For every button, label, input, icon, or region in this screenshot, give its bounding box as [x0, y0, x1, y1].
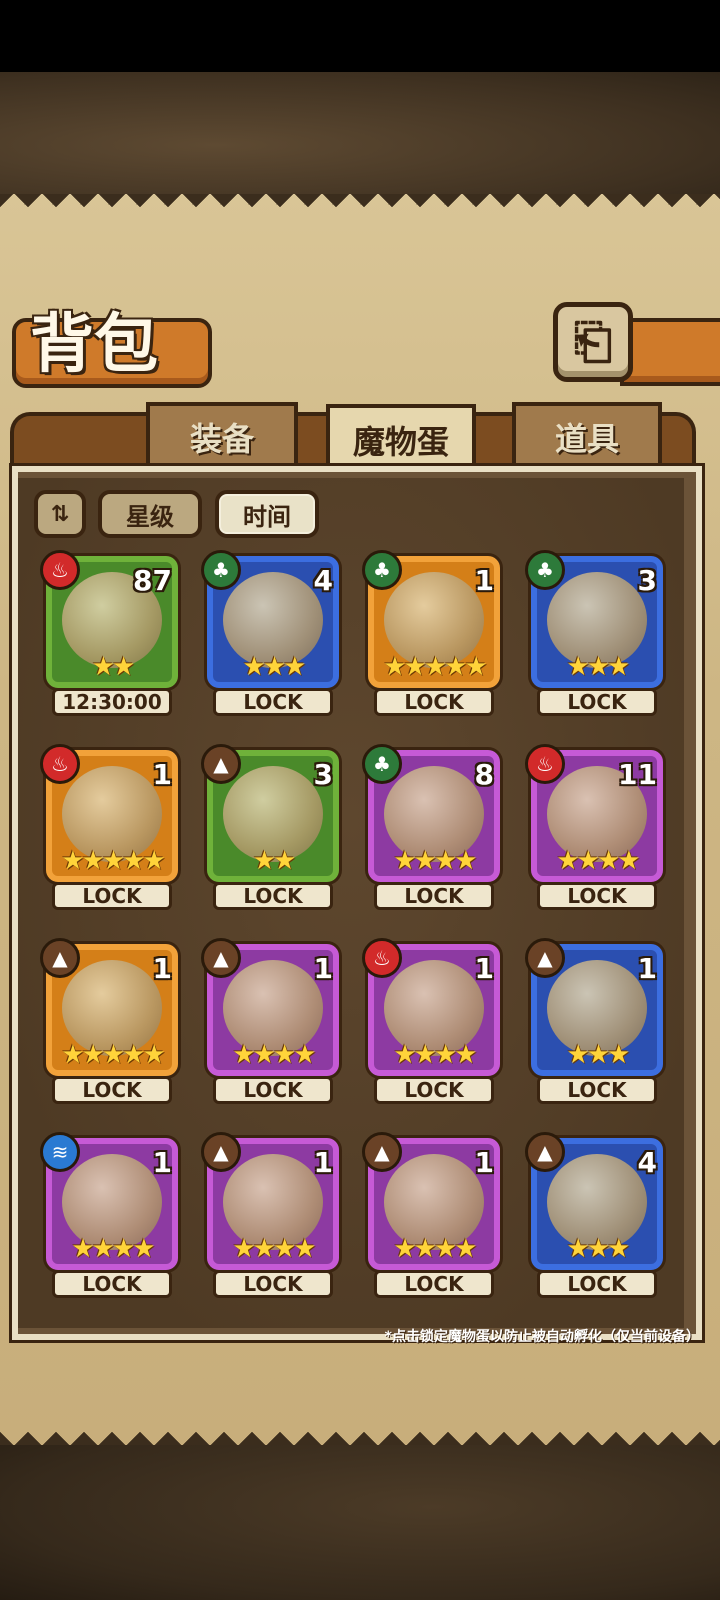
- egg-count: 1: [637, 952, 657, 985]
- lock-button[interactable]: LOCK: [52, 1076, 172, 1104]
- sort-order-icon: ⇅: [50, 501, 70, 527]
- star-rating: ★★★★★: [383, 652, 488, 682]
- star-rating: ★★: [91, 652, 136, 682]
- egg-card[interactable]: ♣ 1 ★★★★★ LOCK: [362, 550, 500, 722]
- lock-button[interactable]: LOCK: [213, 1270, 333, 1298]
- lock-button[interactable]: LOCK: [374, 1076, 494, 1104]
- grass-element-icon: ♣: [201, 550, 241, 590]
- egg-count: 1: [152, 1146, 172, 1179]
- back-rail: [620, 318, 720, 386]
- egg-count: 3: [313, 758, 333, 791]
- earth-element-icon: ▲: [525, 1132, 565, 1172]
- fire-element-icon: ♨: [40, 550, 80, 590]
- lock-button[interactable]: LOCK: [374, 882, 494, 910]
- star-rating: ★★★★★: [61, 1040, 166, 1070]
- egg-card[interactable]: ♣ 4 ★★★ LOCK: [201, 550, 339, 722]
- egg-count: 4: [637, 1146, 657, 1179]
- sort-order-toggle[interactable]: ⇅: [34, 490, 86, 538]
- star-rating: ★★★★: [393, 1234, 477, 1264]
- egg-card[interactable]: ♨ 11 ★★★★ LOCK: [525, 744, 663, 916]
- egg-count: 1: [313, 952, 333, 985]
- star-rating: ★★★★: [232, 1234, 316, 1264]
- earth-element-icon: ▲: [362, 1132, 402, 1172]
- parchment-edge-top: [0, 194, 720, 220]
- egg-card[interactable]: ▲ 1 ★★★★ LOCK: [362, 1132, 500, 1304]
- earth-element-icon: ▲: [40, 938, 80, 978]
- star-rating: ★★★: [566, 1234, 631, 1264]
- star-rating: ★★★★: [556, 846, 640, 876]
- egg-card[interactable]: ▲ 4 ★★★ LOCK: [525, 1132, 663, 1304]
- page-title: 背包: [30, 307, 158, 382]
- earth-element-icon: ▲: [201, 938, 241, 978]
- egg-count: 1: [313, 1146, 333, 1179]
- egg-count: 3: [637, 564, 657, 597]
- egg-card[interactable]: ▲ 3 ★★ LOCK: [201, 744, 339, 916]
- map-background-bottom: [0, 1445, 720, 1600]
- egg-card[interactable]: ♨ 87 ★★ 12:30:00: [40, 550, 178, 722]
- lock-button[interactable]: LOCK: [537, 1270, 657, 1298]
- fire-element-icon: ♨: [525, 744, 565, 784]
- egg-card[interactable]: ▲ 1 ★★★★ LOCK: [201, 1132, 339, 1304]
- star-rating: ★★★★: [393, 846, 477, 876]
- lock-button[interactable]: LOCK: [52, 882, 172, 910]
- egg-count: 1: [474, 1146, 494, 1179]
- egg-card[interactable]: ▲ 1 ★★★★ LOCK: [201, 938, 339, 1110]
- grass-element-icon: ♣: [362, 550, 402, 590]
- hatch-timer: 12:30:00: [52, 688, 172, 716]
- egg-count: 11: [618, 758, 657, 791]
- sort-by-time-button[interactable]: 时间: [215, 490, 319, 538]
- egg-card[interactable]: ♨ 1 ★★★★ LOCK: [362, 938, 500, 1110]
- star-rating: ★★★★★: [61, 846, 166, 876]
- star-rating: ★★★: [566, 1040, 631, 1070]
- star-rating: ★★★: [566, 652, 631, 682]
- lock-hint-footnote: *点击锁定魔物蛋以防止被自动孵化（仅当前设备）: [384, 1329, 700, 1345]
- lock-button[interactable]: LOCK: [537, 1076, 657, 1104]
- egg-card[interactable]: ♨ 1 ★★★★★ LOCK: [40, 744, 178, 916]
- lock-button[interactable]: LOCK: [374, 1270, 494, 1298]
- egg-card[interactable]: ♣ 3 ★★★ LOCK: [525, 550, 663, 722]
- lock-button[interactable]: LOCK: [52, 1270, 172, 1298]
- lock-button[interactable]: LOCK: [374, 688, 494, 716]
- egg-count: 87: [133, 564, 172, 597]
- egg-card[interactable]: ≋ 1 ★★★★ LOCK: [40, 1132, 178, 1304]
- back-arrow-icon: ⎗: [573, 313, 613, 370]
- egg-count: 4: [313, 564, 333, 597]
- status-bar: [0, 0, 720, 72]
- egg-count: 1: [152, 758, 172, 791]
- parchment-edge-bottom: [0, 1419, 720, 1445]
- egg-count: 1: [152, 952, 172, 985]
- star-rating: ★★: [252, 846, 297, 876]
- egg-count: 8: [474, 758, 494, 791]
- sort-by-stars-button[interactable]: 星级: [98, 490, 202, 538]
- lock-button[interactable]: LOCK: [537, 882, 657, 910]
- fire-element-icon: ♨: [362, 938, 402, 978]
- lock-button[interactable]: LOCK: [537, 688, 657, 716]
- lock-button[interactable]: LOCK: [213, 688, 333, 716]
- grass-element-icon: ♣: [362, 744, 402, 784]
- fire-element-icon: ♨: [40, 744, 80, 784]
- earth-element-icon: ▲: [201, 744, 241, 784]
- egg-card[interactable]: ♣ 8 ★★★★ LOCK: [362, 744, 500, 916]
- star-rating: ★★★★: [393, 1040, 477, 1070]
- star-rating: ★★★★: [232, 1040, 316, 1070]
- egg-card[interactable]: ▲ 1 ★★★ LOCK: [525, 938, 663, 1110]
- water-element-icon: ≋: [40, 1132, 80, 1172]
- tab-items[interactable]: 道具: [512, 402, 662, 472]
- earth-element-icon: ▲: [201, 1132, 241, 1172]
- earth-element-icon: ▲: [525, 938, 565, 978]
- egg-count: 1: [474, 952, 494, 985]
- star-rating: ★★★: [242, 652, 307, 682]
- lock-button[interactable]: LOCK: [213, 1076, 333, 1104]
- lock-button[interactable]: LOCK: [213, 882, 333, 910]
- map-background-top: [0, 72, 720, 194]
- egg-card[interactable]: ▲ 1 ★★★★★ LOCK: [40, 938, 178, 1110]
- egg-count: 1: [474, 564, 494, 597]
- grass-element-icon: ♣: [525, 550, 565, 590]
- star-rating: ★★★★: [71, 1234, 155, 1264]
- back-button[interactable]: ⎗: [553, 302, 633, 382]
- tab-equipment[interactable]: 装备: [146, 402, 298, 472]
